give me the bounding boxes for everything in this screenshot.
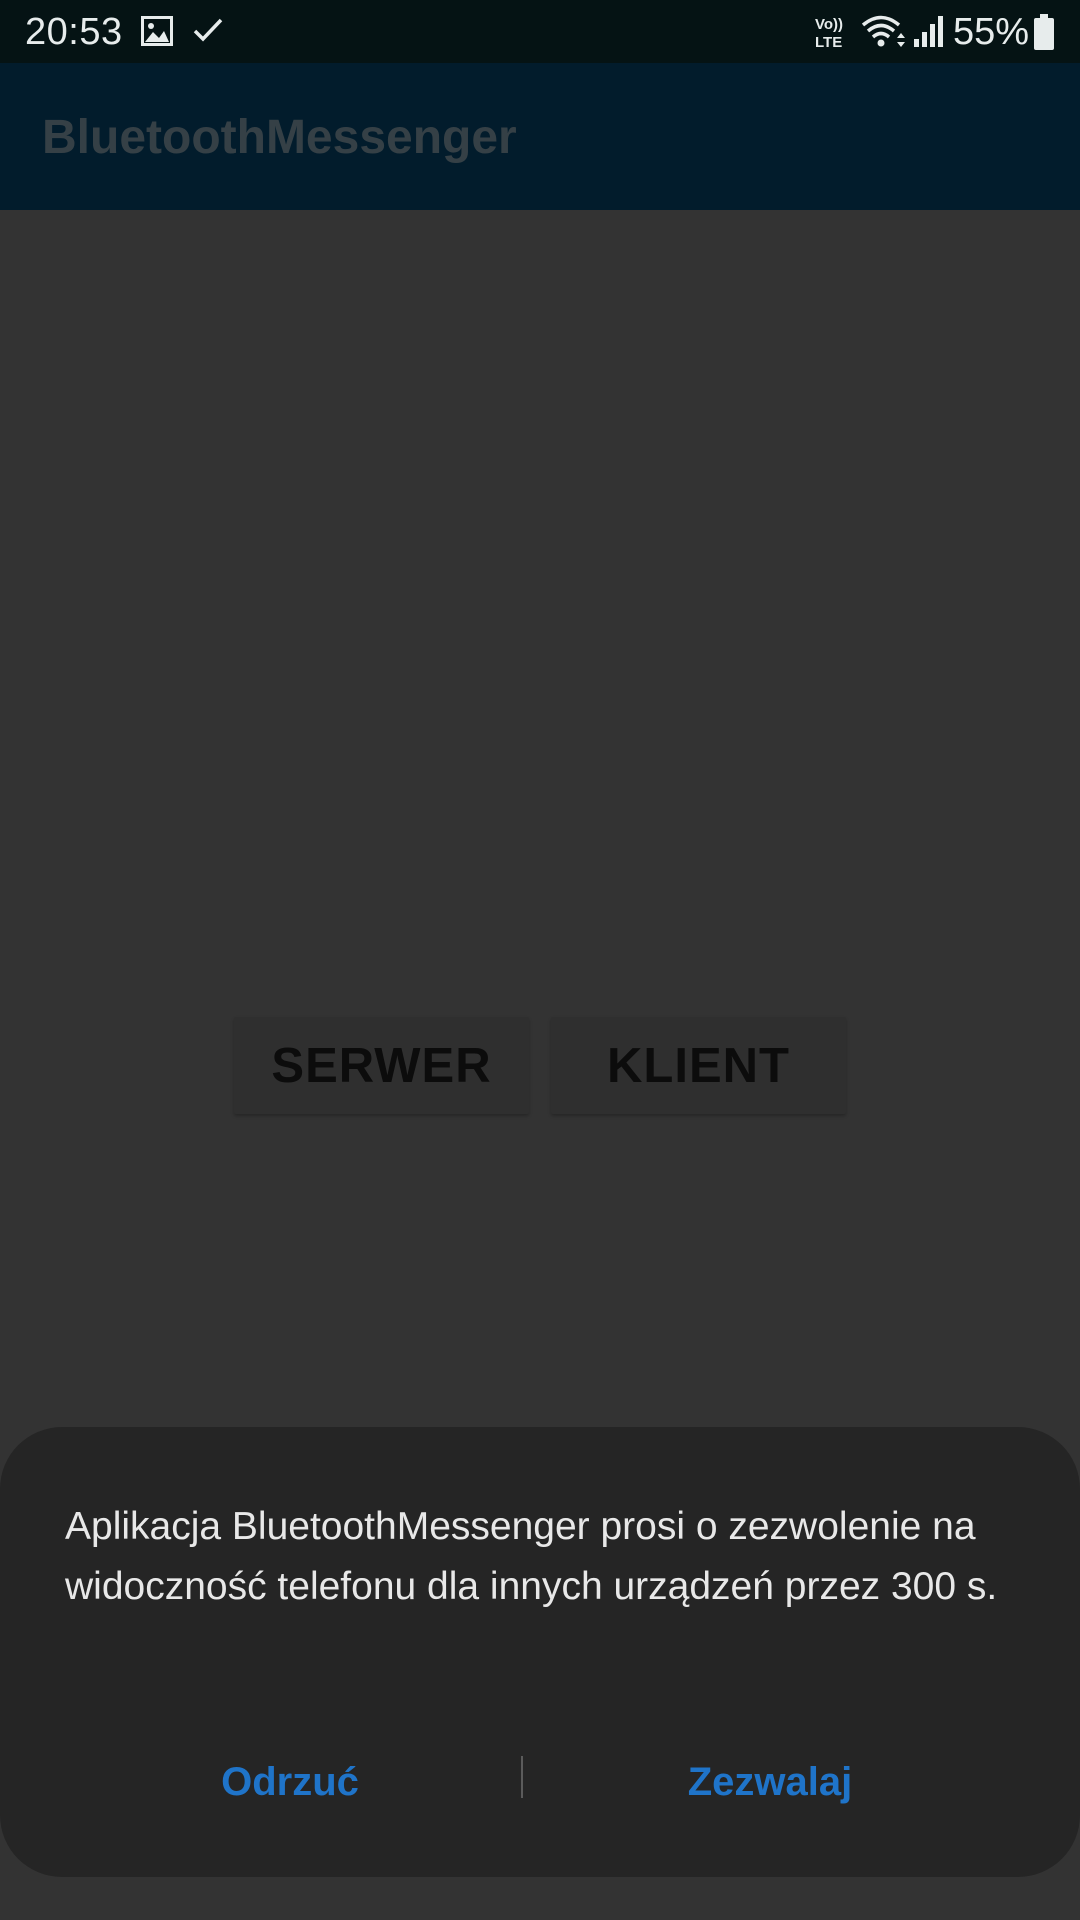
- signal-icon: [912, 13, 946, 54]
- app-bar: BluetoothMessenger: [0, 63, 1080, 210]
- svg-text:Vo)): Vo)): [815, 16, 843, 33]
- dialog-button-divider: [521, 1756, 523, 1798]
- status-bar: 20:53 Vo)) LTE 55%: [0, 0, 1080, 63]
- check-icon: [193, 17, 223, 48]
- battery-percent: 55%: [953, 11, 1030, 53]
- deny-button[interactable]: Odrzuć: [190, 1747, 390, 1817]
- image-icon: [141, 16, 173, 51]
- volte-icon: Vo)) LTE: [814, 13, 848, 56]
- allow-button[interactable]: Zezwalaj: [660, 1747, 880, 1817]
- battery-icon: [1033, 13, 1055, 56]
- dialog-message: Aplikacja BluetoothMessenger prosi o zez…: [65, 1505, 998, 1608]
- app-title: BluetoothMessenger: [42, 111, 517, 164]
- server-button[interactable]: SERWER: [234, 1017, 529, 1114]
- screen: 20:53 Vo)) LTE 55% BluetoothMessenger SE…: [0, 0, 1080, 1920]
- status-time: 20:53: [25, 11, 123, 53]
- client-button[interactable]: KLIENT: [551, 1017, 846, 1114]
- wifi-icon: [860, 13, 906, 54]
- svg-text:LTE: LTE: [815, 34, 842, 51]
- bluetooth-visibility-dialog: Aplikacja BluetoothMessenger prosi o zez…: [0, 1427, 1080, 1877]
